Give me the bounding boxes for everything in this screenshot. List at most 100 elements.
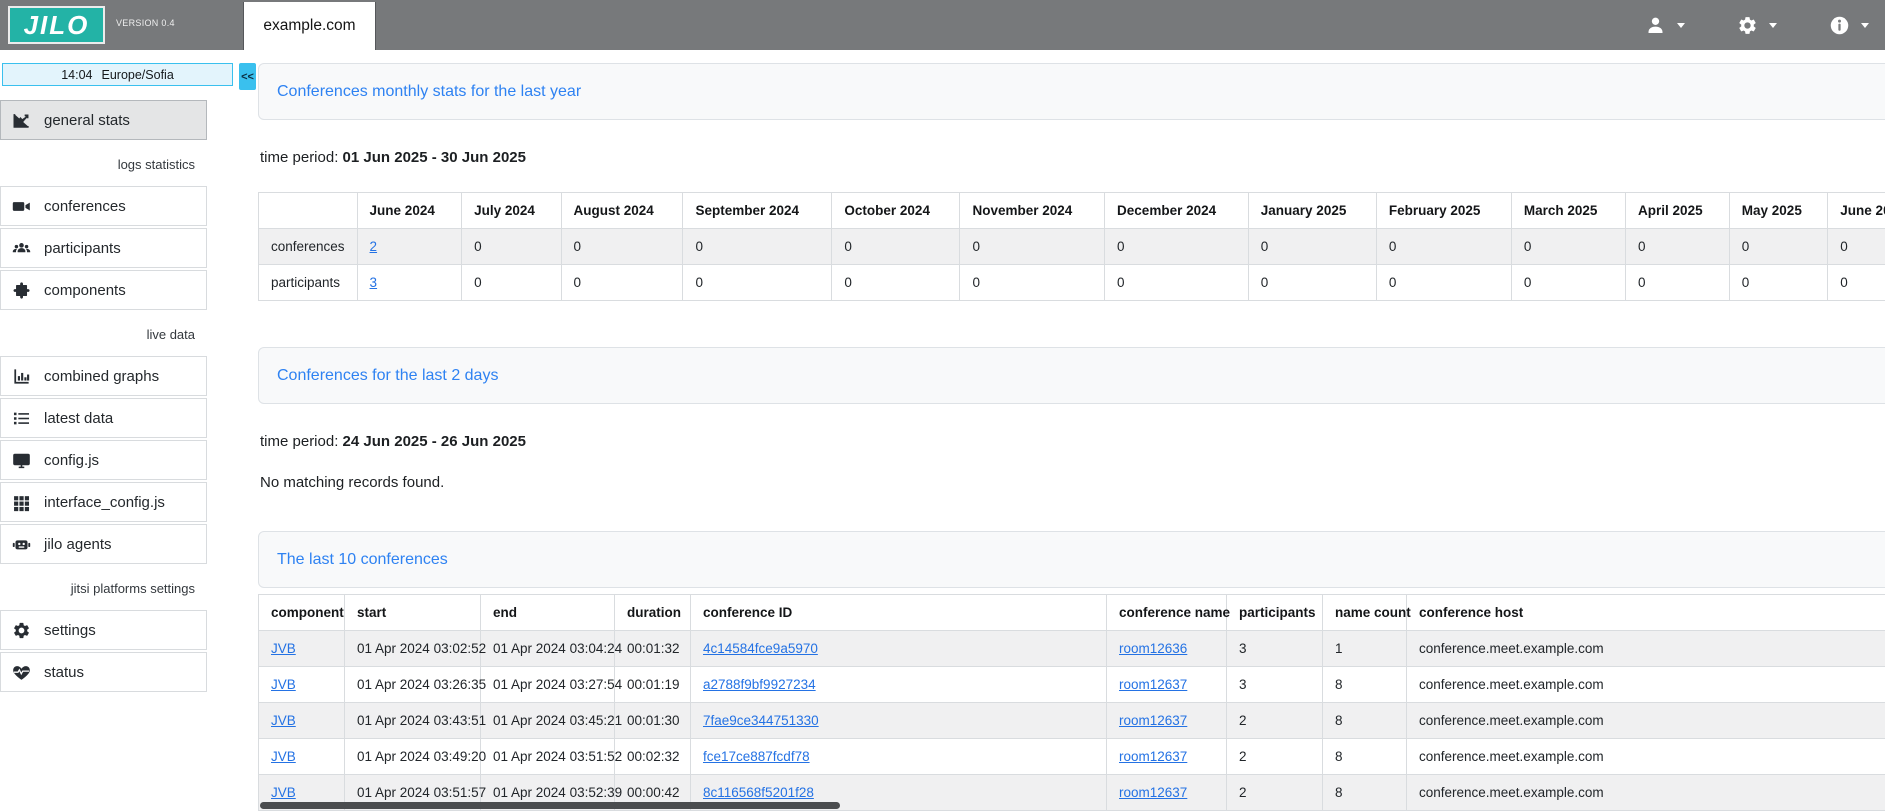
sidebar-item-components[interactable]: components — [0, 270, 207, 310]
sidebar-item-participants[interactable]: participants — [0, 228, 207, 268]
monthly-stats-table: June 2024July 2024August 2024September 2… — [258, 192, 1885, 301]
sidebar-item-settings[interactable]: settings — [0, 610, 207, 650]
conference-name-cell: room12636 — [1107, 631, 1227, 667]
monitor-icon — [12, 451, 31, 470]
sidebar-item-general-stats[interactable]: general stats — [0, 100, 207, 140]
monthly-header-row: June 2024July 2024August 2024September 2… — [259, 193, 1885, 229]
monthly-value-cell: 3 — [357, 265, 462, 301]
component-link[interactable]: JVB — [271, 677, 296, 692]
conference-name-link[interactable]: room12637 — [1119, 749, 1187, 764]
sidebar-item-conferences[interactable]: conferences — [0, 186, 207, 226]
monthly-value-cell: 0 — [1626, 229, 1730, 265]
column-header-july-2024: July 2024 — [462, 193, 561, 229]
sidebar-item-label: participants — [44, 240, 121, 257]
conference-id-link[interactable]: 8c116568f5201f28 — [703, 785, 814, 800]
grid-icon — [12, 493, 31, 512]
last-10-title-link[interactable]: The last 10 conferences — [277, 551, 448, 569]
conference-id-link[interactable]: 4c14584fce9a5970 — [703, 641, 818, 656]
sidebar-collapse-button[interactable]: << — [239, 63, 256, 90]
column-header-blank — [259, 193, 358, 229]
app-logo-text: JILO — [24, 10, 90, 41]
gear-icon — [1737, 15, 1758, 36]
monthly-stats-title-link[interactable]: Conferences monthly stats for the last y… — [277, 83, 581, 101]
duration-cell: 00:01:19 — [615, 667, 691, 703]
participants-cell: 3 — [1227, 667, 1323, 703]
conference-id-link[interactable]: fce17ce887fcdf78 — [703, 749, 810, 764]
monthly-value-cell: 0 — [1511, 229, 1625, 265]
last-10-header-row: componentstartenddurationconference IDco… — [259, 595, 1885, 631]
tab-example-com[interactable]: example.com — [243, 2, 376, 50]
component-link[interactable]: JVB — [271, 713, 296, 728]
conference-host-cell: conference.meet.example.com — [1407, 667, 1885, 703]
column-header-start: start — [345, 595, 481, 631]
version-label: VERSION 0.4 — [116, 18, 175, 28]
name-count-cell: 8 — [1323, 739, 1407, 775]
column-header-september-2024: September 2024 — [683, 193, 832, 229]
end-cell: 01 Apr 2024 03:04:24 — [481, 631, 615, 667]
monthly-value-cell: 0 — [462, 265, 561, 301]
column-header-june-2024: June 2024 — [357, 193, 462, 229]
end-cell: 01 Apr 2024 03:27:54 — [481, 667, 615, 703]
no-records-message: No matching records found. — [260, 474, 1885, 491]
main-content: Conferences monthly stats for the last y… — [258, 50, 1885, 811]
sidebar-item-label: conferences — [44, 198, 126, 215]
last-10-table: componentstartenddurationconference IDco… — [258, 594, 1885, 811]
conference-id-link[interactable]: a2788f9bf9927234 — [703, 677, 816, 692]
component-cell: JVB — [259, 667, 345, 703]
list-icon — [12, 409, 31, 428]
column-header-component: component — [259, 595, 345, 631]
component-cell: JVB — [259, 739, 345, 775]
horizontal-scrollbar-thumb[interactable] — [260, 802, 840, 809]
monthly-value-cell: 0 — [832, 229, 960, 265]
sidebar-item-latest-data[interactable]: latest data — [0, 398, 207, 438]
sidebar-item-label: status — [44, 664, 84, 681]
monthly-value-cell: 2 — [357, 229, 462, 265]
sidebar-item-label: jilo agents — [44, 536, 112, 553]
conference-name-link[interactable]: room12637 — [1119, 677, 1187, 692]
sidebar-nav: general statslogs statisticsconferencesp… — [0, 100, 207, 694]
column-header-december-2024: December 2024 — [1105, 193, 1249, 229]
conference-name-link[interactable]: room12637 — [1119, 713, 1187, 728]
conference-name-link[interactable]: room12636 — [1119, 641, 1187, 656]
settings-menu[interactable] — [1737, 15, 1777, 36]
participants-count-link[interactable]: 3 — [370, 275, 378, 290]
conferences-count-link[interactable]: 2 — [370, 239, 378, 254]
column-header-august-2024: August 2024 — [561, 193, 683, 229]
monthly-value-cell: 0 — [683, 265, 832, 301]
conference-id-link[interactable]: 7fae9ce344751330 — [703, 713, 819, 728]
monthly-value-cell: 0 — [1828, 229, 1885, 265]
bar-chart-icon — [12, 367, 31, 386]
component-link[interactable]: JVB — [271, 749, 296, 764]
conference-name-link[interactable]: room12637 — [1119, 785, 1187, 800]
sidebar-item-combined-graphs[interactable]: combined graphs — [0, 356, 207, 396]
participants-cell: 2 — [1227, 703, 1323, 739]
monthly-value-cell: 0 — [561, 265, 683, 301]
column-header-february-2025: February 2025 — [1376, 193, 1511, 229]
table-row: JVB01 Apr 2024 03:49:2001 Apr 2024 03:51… — [259, 739, 1885, 775]
monthly-stats-heading-card: Conferences monthly stats for the last y… — [258, 63, 1885, 120]
clock-timezone: Europe/Sofia — [102, 68, 174, 82]
last-2-days-title-link[interactable]: Conferences for the last 2 days — [277, 367, 498, 385]
robot-icon — [12, 535, 31, 554]
component-link[interactable]: JVB — [271, 785, 296, 800]
monthly-value-cell: 0 — [960, 229, 1105, 265]
info-menu[interactable] — [1829, 15, 1869, 36]
monthly-value-cell: 0 — [832, 265, 960, 301]
user-menu[interactable] — [1645, 15, 1685, 36]
column-header-october-2024: October 2024 — [832, 193, 960, 229]
component-link[interactable]: JVB — [271, 641, 296, 656]
sidebar-item-status[interactable]: status — [0, 652, 207, 692]
clock-time: 14:04 — [61, 68, 92, 82]
sidebar-item-jilo-agents[interactable]: jilo agents — [0, 524, 207, 564]
sidebar-item-interface-config-js[interactable]: interface_config.js — [0, 482, 207, 522]
sidebar-item-config-js[interactable]: config.js — [0, 440, 207, 480]
conference-host-cell: conference.meet.example.com — [1407, 631, 1885, 667]
sidebar-section-jitsi-platforms-settings: jitsi platforms settings — [0, 566, 207, 610]
name-count-cell: 8 — [1323, 703, 1407, 739]
end-cell: 01 Apr 2024 03:45:21 — [481, 703, 615, 739]
column-header-end: end — [481, 595, 615, 631]
last-2-days-heading-card: Conferences for the last 2 days — [258, 347, 1885, 404]
conference-id-cell: 4c14584fce9a5970 — [691, 631, 1107, 667]
conference-name-cell: room12637 — [1107, 739, 1227, 775]
clock-display: 14:04 Europe/Sofia — [2, 63, 233, 86]
